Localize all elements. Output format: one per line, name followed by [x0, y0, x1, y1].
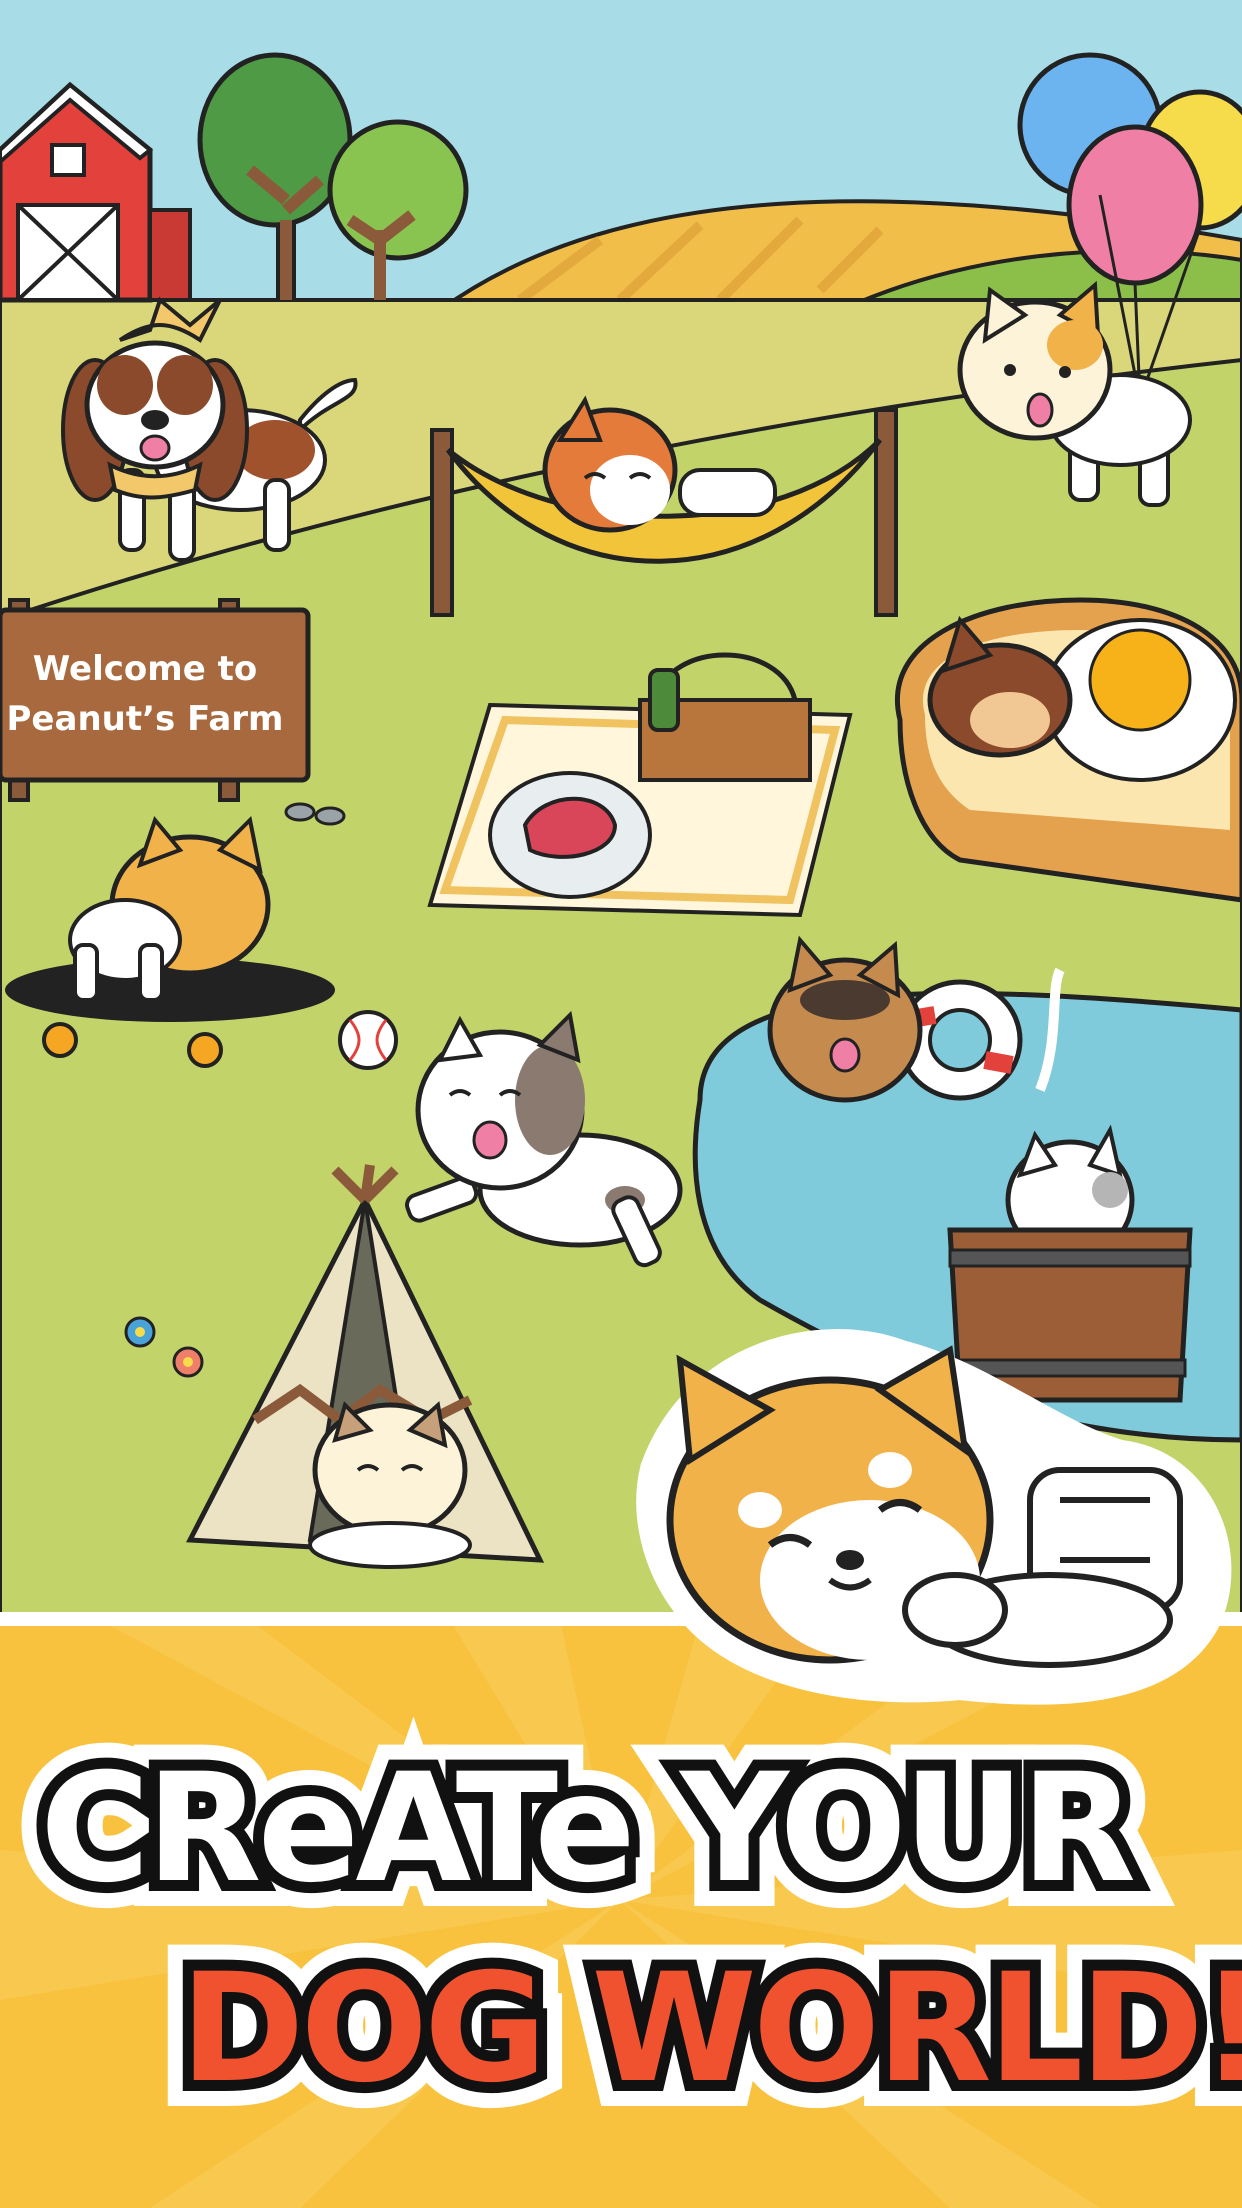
banner-line-1: CReATe YOUR: [40, 1742, 1134, 1916]
game-scene: Welcome to Peanut’s Farm CReATe YOUR CRe…: [0, 0, 1242, 2208]
sign-line-1: Welcome to: [33, 649, 257, 689]
banner-line-2: DOG WORLD!: [180, 1942, 1242, 2116]
welcome-sign: Welcome to Peanut’s Farm: [0, 598, 311, 802]
sign-line-2: Peanut’s Farm: [7, 699, 284, 739]
dog-toast: [895, 597, 1242, 903]
baseball: [338, 1010, 398, 1070]
